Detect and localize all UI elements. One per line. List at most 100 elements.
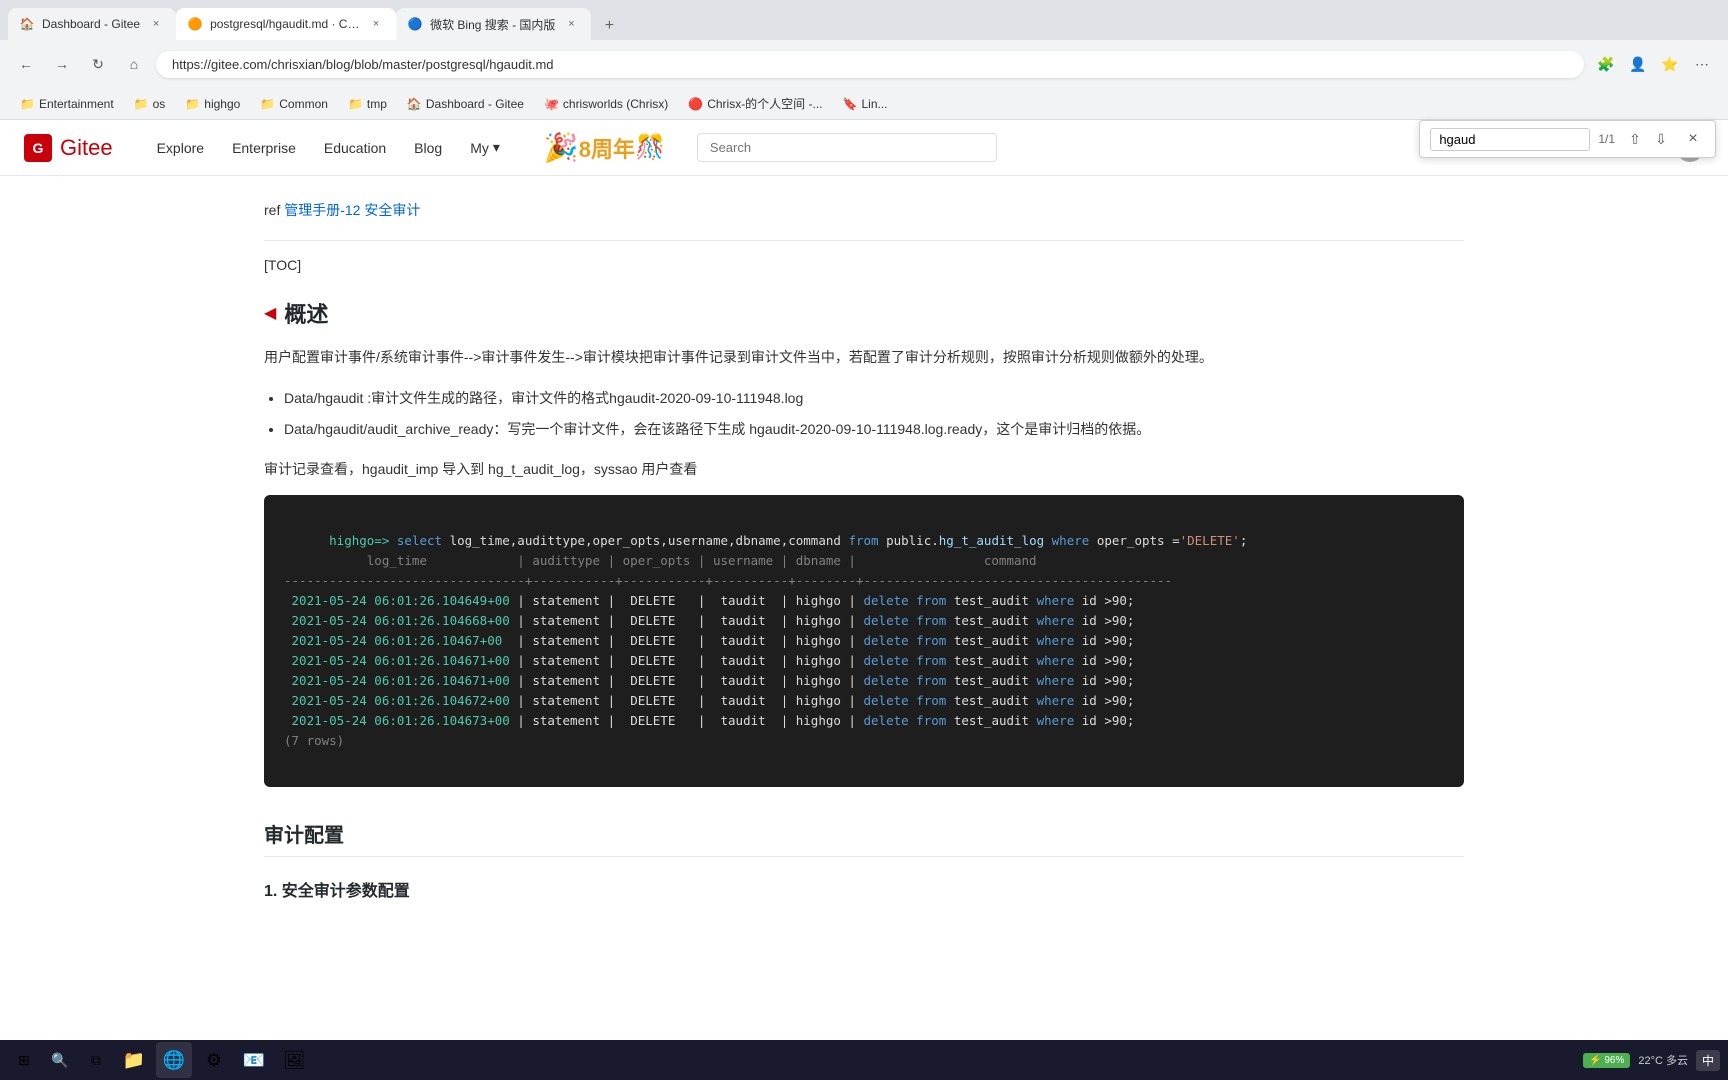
tab-dashboard[interactable]: 🏠 Dashboard - Gitee ×: [8, 8, 176, 40]
code-row3-end: test_audit: [946, 633, 1036, 648]
tab-close-gitee[interactable]: ×: [368, 16, 384, 32]
taskbar-lang: 中: [1696, 1050, 1720, 1071]
code-row7-rest: | statement | DELETE | taudit | highgo |: [510, 713, 864, 728]
find-next-button[interactable]: ⇩: [1649, 127, 1673, 151]
code-semicolon: ;: [1240, 533, 1248, 548]
bookmark-tmp[interactable]: 📁 tmp: [340, 95, 395, 113]
section1-heading: ◀ 概述: [264, 297, 1464, 329]
nav-blog[interactable]: Blog: [402, 132, 454, 164]
new-tab-button[interactable]: +: [595, 12, 623, 40]
code-row7-time: 2021-05-24 06:01:26.104673+00: [284, 713, 510, 728]
section-divider: [264, 240, 1464, 241]
tab-favicon-gitee: 🟠: [188, 17, 202, 31]
chevron-down-icon: ▾: [493, 139, 500, 156]
code-row7-where: where: [1037, 713, 1075, 728]
code-row6-where: where: [1037, 693, 1075, 708]
back-button[interactable]: ←: [12, 50, 40, 78]
anniversary-badge: 🎉 8周年 🎊: [544, 131, 665, 164]
code-row2-end: test_audit: [946, 613, 1036, 628]
find-bar: 1/1 ⇧ ⇩ ×: [1419, 120, 1716, 158]
folder-icon-common: 📁: [260, 97, 275, 111]
bookmark-entertainment[interactable]: 📁 Entertainment: [12, 95, 122, 113]
code-row7-end: test_audit: [946, 713, 1036, 728]
tab-bing[interactable]: 🔵 微软 Bing 搜索 - 国内版 ×: [396, 8, 591, 40]
code-row4-rest: | statement | DELETE | taudit | highgo |: [510, 653, 864, 668]
code-row5-time: 2021-05-24 06:01:26.104671+00: [284, 673, 510, 688]
taskbar-browser[interactable]: 🌐: [156, 1042, 192, 1078]
code-string-val: 'DELETE': [1180, 533, 1240, 548]
code-query-fields: log_time,audittype,oper_opts,username,db…: [442, 533, 848, 548]
code-row1-time: 2021-05-24 06:01:26.104649+00: [284, 593, 510, 608]
code-row2-cond: id >90;: [1074, 613, 1134, 628]
extensions-button[interactable]: 🧩: [1592, 50, 1620, 78]
section1-title: 概述: [284, 297, 328, 329]
tab-close-bing[interactable]: ×: [563, 16, 579, 32]
code-row6-delete: delete from: [864, 693, 947, 708]
code-row5-delete: delete from: [864, 673, 947, 688]
nav-education[interactable]: Education: [312, 132, 398, 164]
bookmark-highgo[interactable]: 📁 highgo: [177, 95, 248, 113]
find-close-button[interactable]: ×: [1681, 127, 1705, 151]
code-row3-rest: | statement | DELETE | taudit | highgo |: [510, 633, 864, 648]
bookmark-label-entertainment: Entertainment: [39, 97, 114, 111]
code-row2-where: where: [1037, 613, 1075, 628]
address-bar[interactable]: [156, 51, 1584, 78]
refresh-button[interactable]: ↻: [84, 50, 112, 78]
gitee-logo-text: Gitee: [60, 135, 113, 161]
code-row1-delete: delete from: [864, 593, 947, 608]
settings-button[interactable]: ⋯: [1688, 50, 1716, 78]
forward-button[interactable]: →: [48, 50, 76, 78]
code-row4-end: test_audit: [946, 653, 1036, 668]
main-content: ref 管理手册-12 安全审计 [TOC] ◀ 概述 用户配置审计事件/系统审…: [224, 176, 1504, 937]
gitee-nav: Explore Enterprise Education Blog My ▾: [145, 131, 512, 164]
profile-button[interactable]: 👤: [1624, 50, 1652, 78]
code-row6-end: test_audit: [946, 693, 1036, 708]
gitee-logo[interactable]: G Gitee: [24, 134, 113, 162]
bookmark-label-chrisworlds: chrisworlds (Chrisx): [563, 97, 668, 111]
code-row2-time: 2021-05-24 06:01:26.104668+00: [284, 613, 510, 628]
home-button[interactable]: ⌂: [120, 50, 148, 78]
start-button[interactable]: ⊞: [8, 1044, 40, 1076]
toc-marker: [TOC]: [264, 257, 1464, 273]
site-content: G Gitee Explore Enterprise Education Blo…: [0, 120, 1728, 937]
browser-chrome: 🏠 Dashboard - Gitee × 🟠 postgresql/hgaud…: [0, 0, 1728, 120]
bookmark-common[interactable]: 📁 Common: [252, 95, 336, 113]
folder-icon-entertainment: 📁: [20, 97, 35, 111]
tab-gitee[interactable]: 🟠 postgresql/hgaudit.md · Chrisx/... ×: [176, 8, 396, 40]
bookmark-label-os: os: [153, 97, 166, 111]
taskbar-settings[interactable]: ⚙: [196, 1042, 232, 1078]
code-row3-where: where: [1037, 633, 1075, 648]
tab-close-dashboard[interactable]: ×: [148, 16, 164, 32]
taskbar-photos[interactable]: 🖼: [276, 1042, 312, 1078]
nav-explore[interactable]: Explore: [145, 132, 216, 164]
nav-enterprise[interactable]: Enterprise: [220, 132, 308, 164]
bookmark-lin[interactable]: 🔖 Lin...: [835, 95, 896, 113]
search-input[interactable]: [697, 133, 997, 162]
nav-my-label: My: [470, 140, 489, 156]
bookmark-dashboard[interactable]: 🏠 Dashboard - Gitee: [399, 95, 532, 113]
bookmark-os[interactable]: 📁 os: [126, 95, 174, 113]
section3-title: 1. 安全审计参数配置: [264, 877, 1464, 901]
favorites-button[interactable]: ⭐: [1656, 50, 1684, 78]
tab-title-gitee: postgresql/hgaudit.md · Chrisx/...: [210, 17, 360, 31]
code-block: highgo=> select log_time,audittype,oper_…: [264, 495, 1464, 787]
bookmark-chrisx[interactable]: 🔴 Chrisx-的个人空间 -...: [680, 93, 830, 114]
code-keyword-from: from: [848, 533, 878, 548]
taskbar-mail[interactable]: 📧: [236, 1042, 272, 1078]
taskbar-filemanager[interactable]: 📁: [116, 1042, 152, 1078]
section-collapse-arrow[interactable]: ◀: [264, 303, 276, 323]
nav-my[interactable]: My ▾: [458, 131, 512, 164]
code-condition: oper_opts =: [1089, 533, 1179, 548]
bookmark-label-tmp: tmp: [367, 97, 387, 111]
find-prev-button[interactable]: ⇧: [1623, 127, 1647, 151]
search-taskbar-button[interactable]: 🔍: [44, 1044, 76, 1076]
inline-text: 审计记录查看，hgaudit_imp 导入到 hg_t_audit_log，sy…: [264, 459, 1464, 479]
find-input[interactable]: [1430, 128, 1590, 151]
ref-link[interactable]: 管理手册-12 安全审计: [284, 202, 420, 218]
code-rowcount: (7 rows): [284, 733, 344, 748]
bookmark-chrisworlds[interactable]: 🐙 chrisworlds (Chrisx): [536, 95, 676, 113]
battery-level: 96%: [1604, 1055, 1624, 1066]
bookmark-label-dashboard: Dashboard - Gitee: [426, 97, 524, 111]
site-icon-chrisx: 🔴: [688, 97, 703, 111]
task-view-button[interactable]: ⧉: [80, 1044, 112, 1076]
